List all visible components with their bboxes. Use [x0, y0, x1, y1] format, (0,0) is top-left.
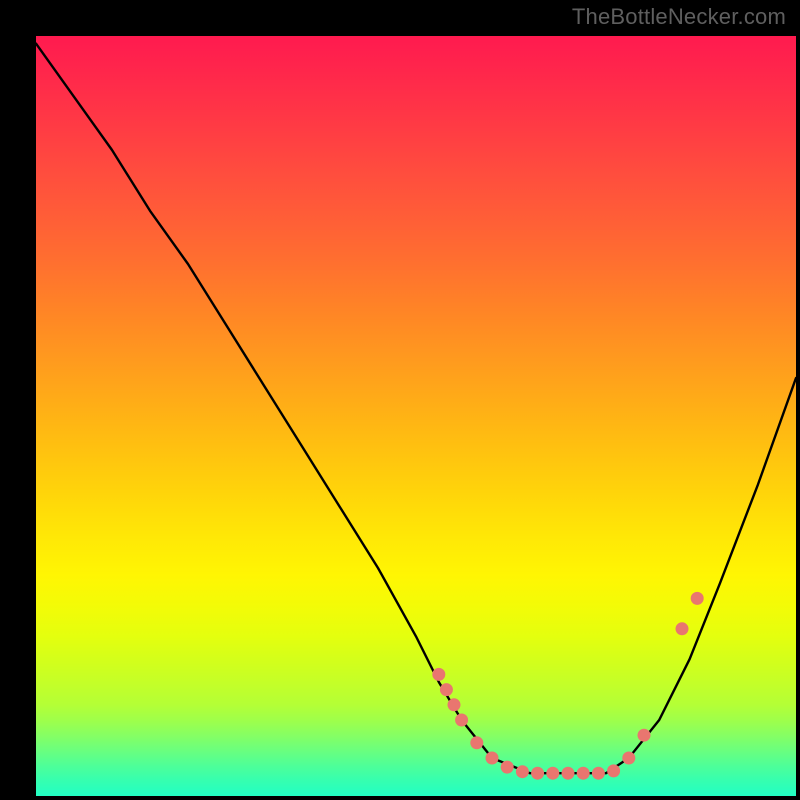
sample-point	[516, 765, 529, 778]
sample-point	[691, 592, 704, 605]
chart-overlay	[36, 36, 796, 796]
sample-point	[607, 764, 620, 777]
watermark-text: TheBottleNecker.com	[572, 4, 786, 30]
sample-point	[562, 767, 575, 780]
sample-point	[546, 767, 559, 780]
sample-point	[432, 668, 445, 681]
sample-point	[486, 752, 499, 765]
sample-point	[440, 683, 453, 696]
sample-markers	[432, 592, 703, 780]
plot-area	[36, 36, 796, 796]
sample-point	[448, 698, 461, 711]
sample-point	[531, 767, 544, 780]
sample-point	[501, 761, 514, 774]
sample-point	[470, 736, 483, 749]
sample-point	[577, 767, 590, 780]
sample-point	[676, 622, 689, 635]
sample-point	[455, 714, 468, 727]
chart-frame	[16, 16, 784, 784]
sample-point	[638, 729, 651, 742]
sample-point	[592, 767, 605, 780]
sample-point	[622, 752, 635, 765]
bottleneck-curve	[36, 44, 796, 774]
